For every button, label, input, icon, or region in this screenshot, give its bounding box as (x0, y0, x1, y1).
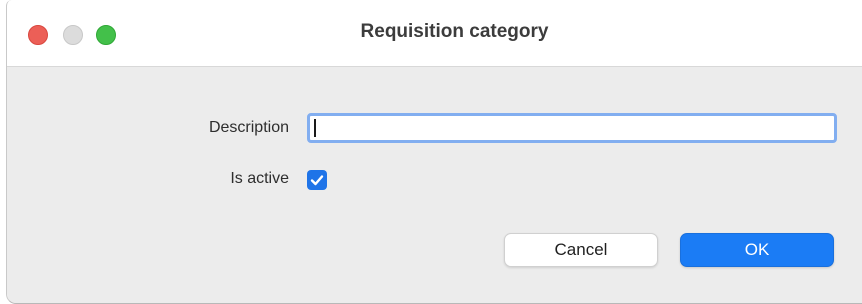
description-input[interactable] (307, 113, 837, 143)
window-title: Requisition category (360, 21, 549, 42)
title-bar: Requisition category (7, 0, 862, 67)
checkmark-icon (310, 175, 324, 186)
description-label: Description (208, 119, 289, 136)
ok-button[interactable]: OK (680, 233, 834, 267)
dialog-content: Description Is active Cancel OK (7, 67, 862, 303)
is-active-label: Is active (230, 170, 289, 187)
is-active-checkbox[interactable] (307, 170, 327, 190)
text-caret (314, 119, 316, 137)
cancel-button[interactable]: Cancel (504, 233, 658, 267)
dialog-window: Requisition category Description Is acti… (6, 0, 862, 304)
